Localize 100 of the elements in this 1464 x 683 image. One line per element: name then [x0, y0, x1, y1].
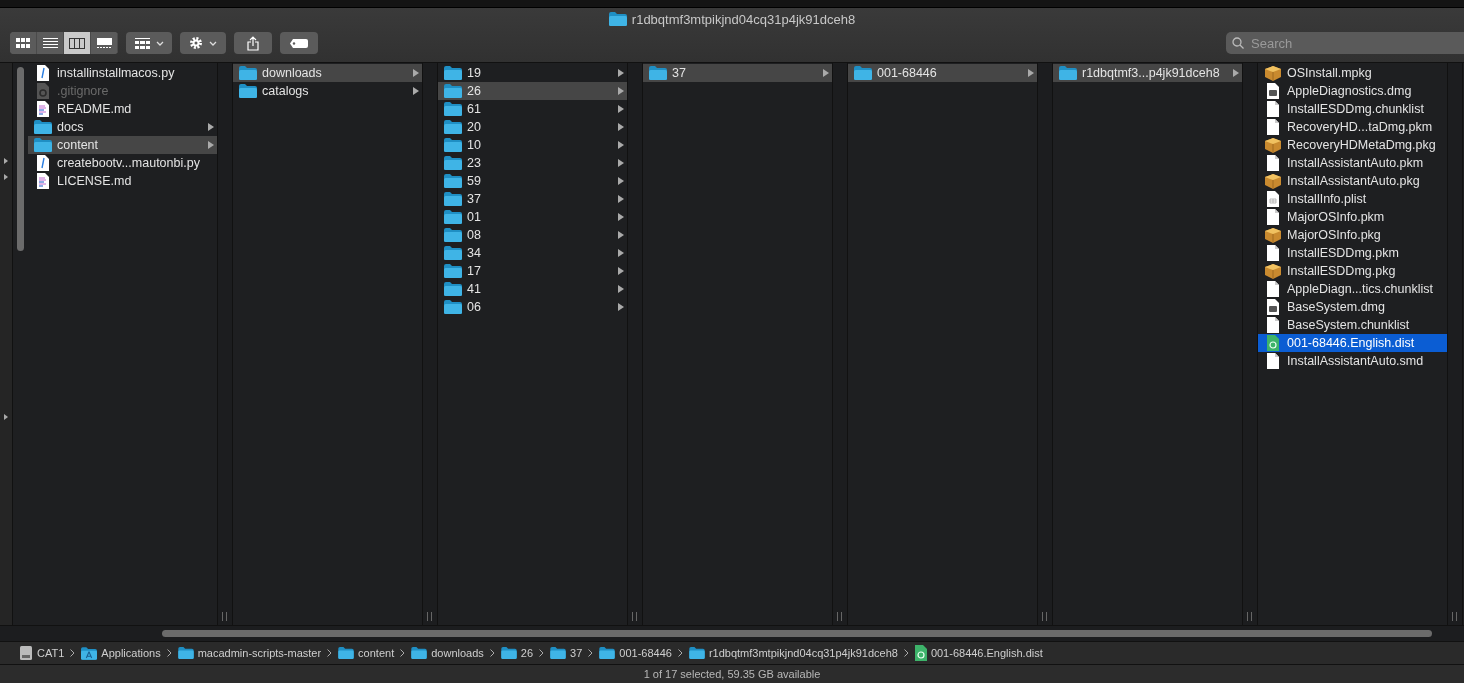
file-row[interactable]: r1dbqtmf3...p4jk91dceh8: [1053, 64, 1243, 82]
file-row[interactable]: docs: [28, 118, 218, 136]
resize-handle-icon[interactable]: [632, 612, 637, 621]
file-row[interactable]: installinstallmacos.py: [28, 64, 218, 82]
file-row[interactable]: RecoveryHD...taDmg.pkm: [1258, 118, 1448, 136]
view-mode-button[interactable]: [10, 32, 37, 54]
file-row[interactable]: 08: [438, 226, 628, 244]
file-row[interactable]: 17: [438, 262, 628, 280]
scrollbar-thumb[interactable]: [17, 67, 24, 251]
file-row[interactable]: 001-68446: [848, 64, 1038, 82]
file-row[interactable]: 20: [438, 118, 628, 136]
folder-icon: [500, 647, 517, 659]
file-row[interactable]: MajorOSInfo.pkg: [1258, 226, 1448, 244]
file-row[interactable]: InstallAssistantAuto.smd: [1258, 352, 1448, 370]
file-row[interactable]: catalogs: [233, 82, 423, 100]
path-item[interactable]: 001-68446.English.dist: [930, 647, 1043, 659]
action-menu-button[interactable]: [180, 32, 226, 54]
search-input[interactable]: Search: [1249, 34, 1453, 52]
search-field[interactable]: Search: [1226, 32, 1464, 54]
chevron-icon: [677, 649, 683, 657]
disclosure-arrow-icon: [618, 69, 624, 77]
disclosure-arrow-icon: [823, 69, 829, 77]
file-row[interactable]: 41: [438, 280, 628, 298]
file-row[interactable]: 59: [438, 172, 628, 190]
folder-icon: [444, 192, 462, 206]
document-icon: [1267, 281, 1279, 297]
file-row[interactable]: BaseSystem.chunklist: [1258, 316, 1448, 334]
document-icon: [1267, 317, 1279, 333]
path-item[interactable]: CAT1: [37, 647, 65, 659]
file-row[interactable]: InstallESDDmg.pkm: [1258, 244, 1448, 262]
file-row[interactable]: LICENSE.md: [28, 172, 218, 190]
resize-handle-icon[interactable]: [1452, 612, 1457, 621]
disclosure-arrow-icon: [618, 213, 624, 221]
disclosure-triangle-icon[interactable]: [4, 174, 8, 180]
disclosure-triangle-icon[interactable]: [4, 158, 8, 164]
path-item[interactable]: 26: [520, 647, 534, 659]
document-icon: [1267, 155, 1279, 171]
disclosure-arrow-icon: [618, 105, 624, 113]
script-file-icon: [37, 155, 49, 171]
folder-icon: [444, 300, 462, 314]
file-row[interactable]: InstallESDDmg.pkg: [1258, 262, 1448, 280]
file-row[interactable]: RecoveryHDMetaDmg.pkg: [1258, 136, 1448, 154]
disclosure-triangle-icon[interactable]: [4, 414, 8, 420]
resize-handle-icon[interactable]: [427, 612, 432, 621]
path-item[interactable]: Applications: [101, 647, 161, 659]
path-item[interactable]: macadmin-scripts-master: [197, 647, 322, 659]
folder-icon: [444, 174, 462, 188]
file-row[interactable]: InstallAssistantAuto.pkg: [1258, 172, 1448, 190]
disclosure-arrow-icon: [618, 303, 624, 311]
tag-button[interactable]: [280, 32, 318, 54]
file-row[interactable]: README.md: [28, 100, 218, 118]
caret-icon: [209, 40, 217, 46]
file-row[interactable]: InstallESDDmg.chunklist: [1258, 100, 1448, 118]
file-row[interactable]: 37: [643, 64, 833, 82]
drive-icon: [19, 646, 33, 660]
folder-icon: [444, 102, 462, 116]
file-row[interactable]: 34: [438, 244, 628, 262]
file-row[interactable]: 01: [438, 208, 628, 226]
file-row[interactable]: 26: [438, 82, 628, 100]
file-row[interactable]: createbootv...mautonbi.py: [28, 154, 218, 172]
file-row[interactable]: 23: [438, 154, 628, 172]
file-row[interactable]: downloads: [233, 64, 423, 82]
resize-handle-icon[interactable]: [222, 612, 227, 621]
disclosure-arrow-icon: [413, 87, 419, 95]
resize-handle-icon[interactable]: [1042, 612, 1047, 621]
file-row[interactable]: 10: [438, 136, 628, 154]
file-row[interactable]: MajorOSInfo.pkm: [1258, 208, 1448, 226]
package-icon: [1265, 173, 1281, 189]
scrollbar-thumb[interactable]: [162, 630, 1432, 637]
search-icon: [1232, 37, 1244, 49]
file-row[interactable]: 19: [438, 64, 628, 82]
disk-image-icon: [1267, 83, 1279, 99]
text-file-icon: [37, 173, 49, 189]
file-row[interactable]: AppleDiagnostics.dmg: [1258, 82, 1448, 100]
resize-handle-icon[interactable]: [1247, 612, 1252, 621]
file-row[interactable]: OSInstall.mpkg: [1258, 64, 1448, 82]
disclosure-arrow-icon: [618, 123, 624, 131]
file-row[interactable]: InstallAssistantAuto.pkm: [1258, 154, 1448, 172]
view-mode-button[interactable]: [64, 32, 91, 54]
share-button[interactable]: [234, 32, 272, 54]
group-by-button[interactable]: [126, 32, 172, 54]
document-icon: [1267, 353, 1279, 369]
path-item[interactable]: content: [358, 647, 395, 659]
folder-icon: [239, 84, 257, 98]
file-row[interactable]: BaseSystem.dmg: [1258, 298, 1448, 316]
file-row[interactable]: AppleDiagn...tics.chunklist: [1258, 280, 1448, 298]
disclosure-arrow-icon: [1233, 69, 1239, 77]
path-item[interactable]: r1dbqtmf3mtpikjnd04cq31p4jk91dceh8: [708, 647, 898, 659]
file-row[interactable]: 61: [438, 100, 628, 118]
file-row[interactable]: 001-68446.English.dist: [1258, 334, 1448, 352]
folder-icon: [608, 12, 627, 26]
resize-handle-icon[interactable]: [837, 612, 842, 621]
file-row[interactable]: 37: [438, 190, 628, 208]
file-row[interactable]: 06: [438, 298, 628, 316]
file-row[interactable]: content: [28, 136, 218, 154]
path-item[interactable]: 001-68446: [619, 647, 672, 659]
path-item[interactable]: 37: [570, 647, 583, 659]
path-item[interactable]: downloads: [431, 647, 484, 659]
folder-icon: [599, 647, 616, 659]
file-row[interactable]: InstallInfo.plist: [1258, 190, 1448, 208]
